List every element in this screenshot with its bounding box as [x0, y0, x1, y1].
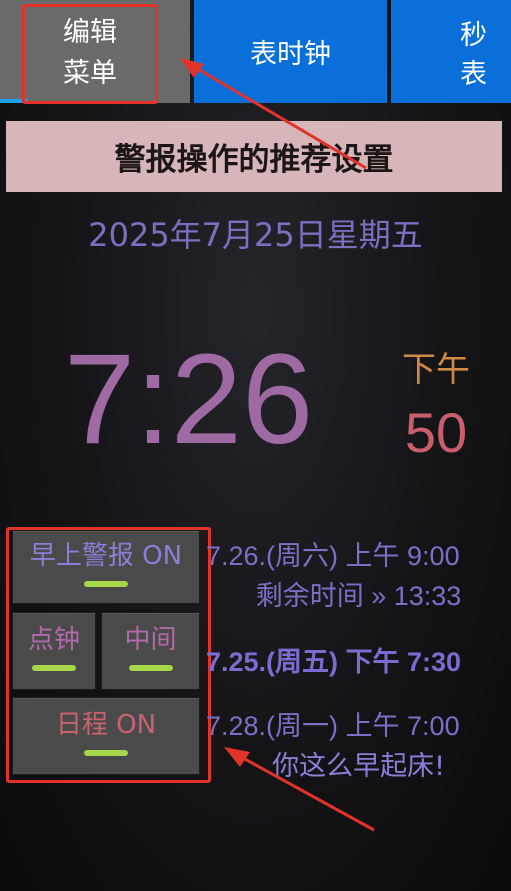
remaining-time-text: 剩余时间 » 13:33 — [255, 581, 462, 611]
tab-clock[interactable]: 表时钟 — [194, 0, 387, 103]
ampm-label: 下午 — [402, 350, 470, 390]
scheduled-alarm-item[interactable]: 7.25.(周五) 下午 7:30 — [206, 640, 511, 679]
date-label: 2025年7月25日星期五 — [88, 216, 423, 254]
tab-stopwatch[interactable]: 秒表 — [391, 0, 511, 103]
alarm-item[interactable]: 7.28.(周一) 上午 7:00 — [206, 704, 511, 743]
tab-stopwatch-label: 秒表 — [460, 19, 487, 90]
highlight-box-menu — [22, 4, 158, 104]
recommended-settings-banner: 警报操作的推荐设置 — [6, 121, 502, 192]
next-alarm-item[interactable]: 7.26.(周六) 上午 9:00 — [206, 534, 511, 573]
seconds-display: 50 — [404, 401, 468, 464]
wake-up-note: 你这么早起床! — [272, 751, 445, 782]
highlight-box-buttons — [6, 527, 211, 783]
remaining-time: 剩余时间 » 13:33 — [206, 574, 511, 613]
tab-clock-label: 表时钟 — [250, 39, 331, 70]
time-display: 7:26 — [64, 328, 314, 471]
